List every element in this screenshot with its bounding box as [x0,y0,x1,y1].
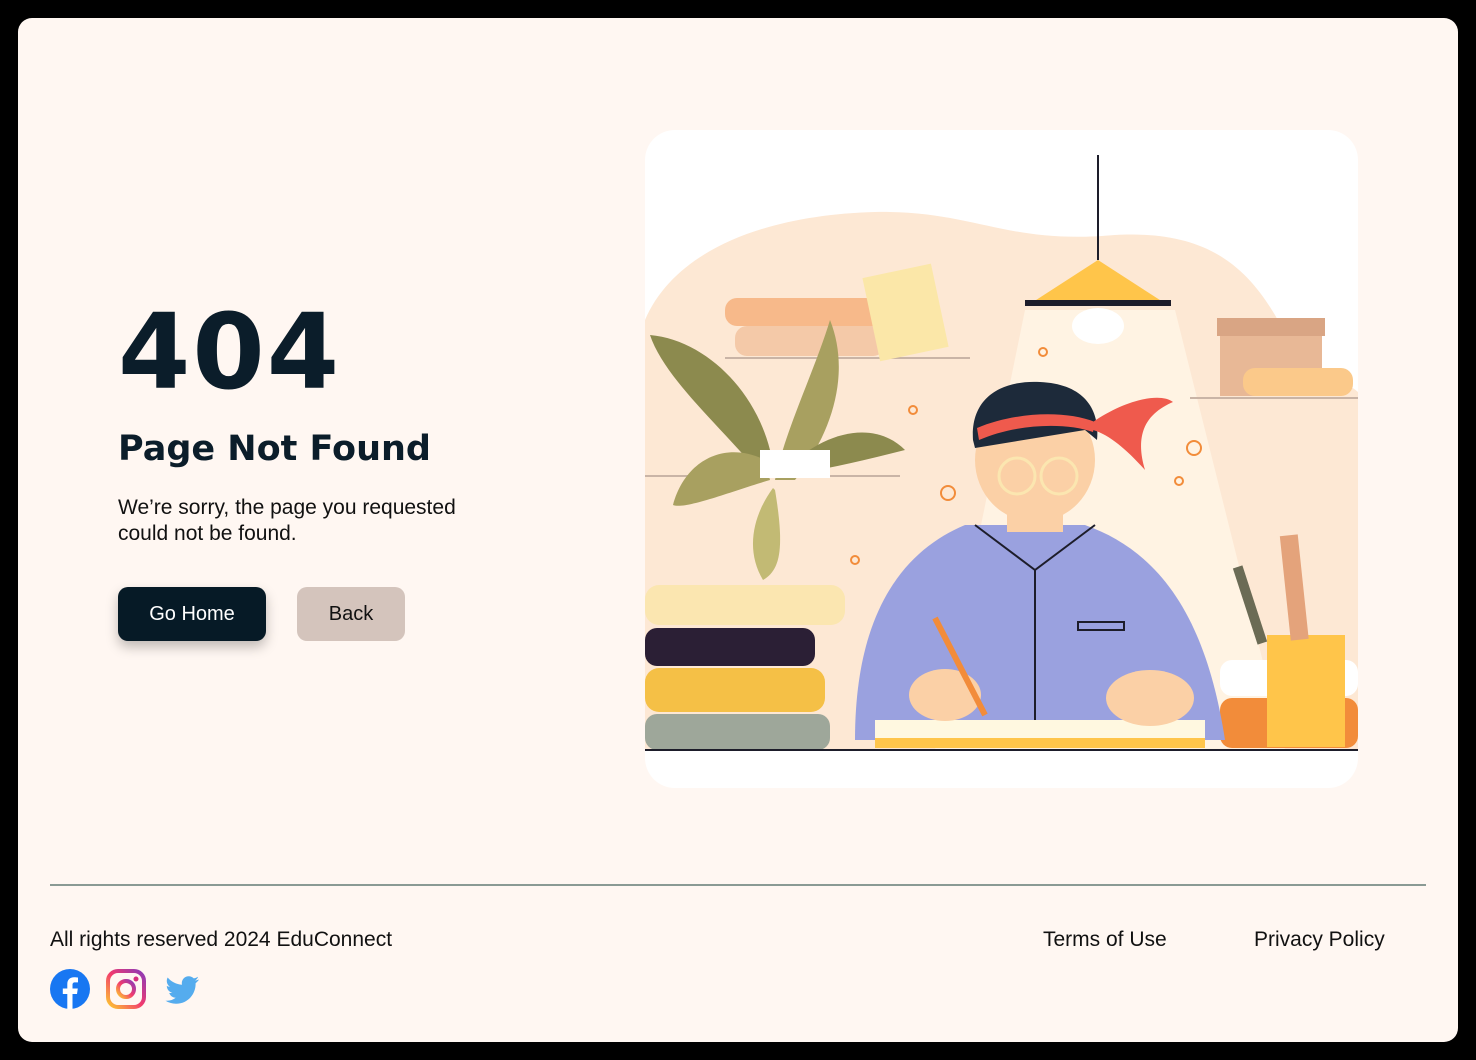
back-button[interactable]: Back [297,587,405,641]
footer-divider [50,884,1426,886]
go-home-button[interactable]: Go Home [118,587,266,641]
error-title: Page Not Found [118,429,431,469]
terms-of-use-link[interactable]: Terms of Use [1043,928,1167,952]
error-message: We’re sorry, the page you requested coul… [118,496,456,545]
facebook-icon[interactable] [49,968,91,1010]
instagram-icon[interactable] [105,968,147,1010]
privacy-policy-link[interactable]: Privacy Policy [1254,928,1385,952]
illustration-student-studying [645,130,1358,788]
copyright-text: All rights reserved 2024 EduConnect [50,928,393,951]
page-frame: 404 Page Not Found We’re sorry, the page… [18,18,1458,1042]
error-code: 404 [118,291,342,413]
twitter-icon[interactable] [161,968,203,1010]
